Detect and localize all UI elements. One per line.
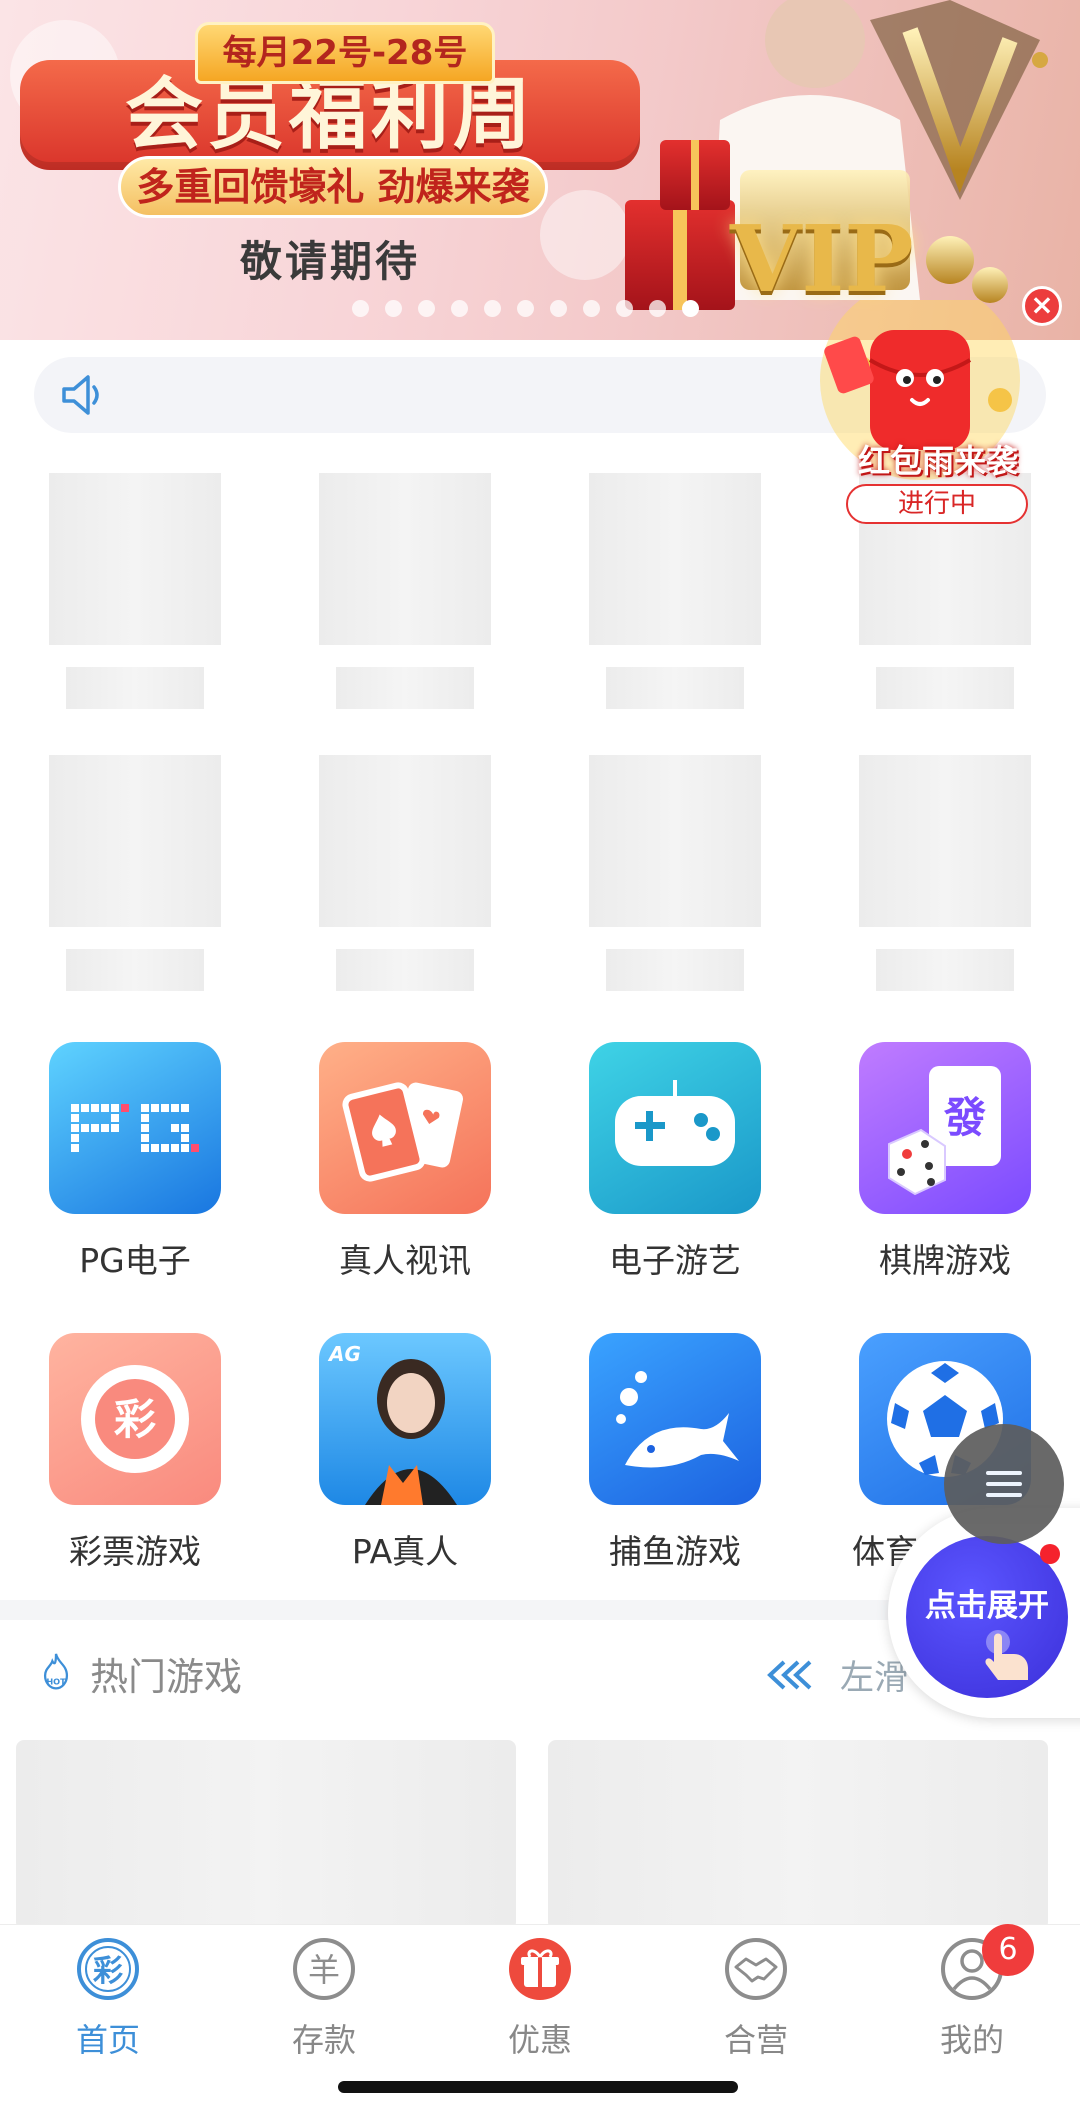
gift-box-decoration — [660, 140, 730, 210]
category-lottery[interactable]: 彩 彩票游戏 — [0, 1333, 270, 1593]
carousel-dot[interactable] — [418, 300, 435, 317]
speaker-icon — [62, 375, 99, 415]
lottery-home-icon: 彩 — [77, 1938, 139, 2000]
playing-cards-icon — [319, 1042, 491, 1214]
tab-label: 存款 — [291, 2021, 356, 2059]
category-label: 电子游艺 — [609, 1241, 741, 1280]
tab-partnership[interactable]: 合营 — [648, 1937, 864, 2059]
carousel-dot[interactable] — [517, 300, 534, 317]
tab-label: 首页 — [75, 2021, 140, 2059]
promo-banner[interactable]: VIP 会员福利周 每月22号-28号 多重回馈壕礼 劲爆来袭 敬请期待 — [0, 0, 1080, 340]
home-indicator[interactable] — [338, 2081, 738, 2093]
lottery-ball-icon: 彩 — [49, 1333, 221, 1505]
hot-game-card[interactable] — [548, 1740, 1048, 1930]
home-icon-character: 彩 — [93, 1954, 123, 1989]
profile-badge: 6 — [982, 1924, 1034, 1976]
tab-deposit[interactable]: 羊 存款 — [216, 1937, 432, 2059]
skeleton-tile — [859, 755, 1031, 927]
carousel-dot[interactable] — [484, 300, 501, 317]
banner-date-ribbon: 每月22号-28号 — [195, 22, 495, 84]
red-packet-status: 进行中 — [846, 484, 1028, 524]
lottery-character: 彩 — [114, 1395, 156, 1444]
home-screen: VIP 会员福利周 每月22号-28号 多重回馈壕礼 劲爆来袭 敬请期待 PG电… — [0, 0, 1080, 2109]
skeleton-tile — [49, 473, 221, 645]
category-live-video[interactable]: 真人视讯 — [270, 1042, 540, 1302]
skeleton-label — [876, 949, 1014, 991]
tab-profile[interactable]: 我的 — [864, 1937, 1080, 2059]
category-pa-live[interactable]: AG PA真人 — [270, 1333, 540, 1593]
yang-coin-icon: 羊 — [293, 1938, 355, 2000]
handshake-icon — [725, 1938, 787, 2000]
category-label: 真人视讯 — [339, 1241, 471, 1280]
category-label: 彩票游戏 — [69, 1532, 201, 1571]
gamepad-icon — [589, 1042, 761, 1214]
svg-text:HOT: HOT — [46, 1677, 66, 1687]
category-pg-electronic[interactable]: PG电子 — [0, 1042, 270, 1302]
double-chevron-left-icon — [767, 1660, 812, 1690]
skeleton-label — [66, 667, 204, 709]
carousel-indicator[interactable] — [352, 300, 699, 317]
tab-home[interactable]: 彩 首页 — [0, 1937, 216, 2059]
close-icon[interactable]: × — [1022, 286, 1062, 326]
banner-tagline: 敬请期待 — [239, 237, 420, 286]
category-label: 棋牌游戏 — [879, 1241, 1011, 1280]
tab-label: 合营 — [723, 2021, 788, 2059]
hot-games-title: 热门游戏 — [90, 1655, 243, 1699]
bokeh-decoration — [540, 190, 630, 280]
carousel-dot[interactable] — [649, 300, 666, 317]
floating-menu-button[interactable] — [944, 1424, 1064, 1544]
carousel-dot[interactable] — [352, 300, 369, 317]
pa-live-dealer-icon: AG — [319, 1333, 491, 1505]
hot-flame-icon: HOT — [43, 1653, 69, 1690]
skeleton-tile — [589, 473, 761, 645]
carousel-dot[interactable] — [583, 300, 600, 317]
expand-button-label: 点击展开 — [925, 1587, 1049, 1624]
notification-dot — [1040, 1544, 1060, 1564]
mahjong-dice-icon: 發 — [859, 1042, 1031, 1214]
tap-hand-icon — [985, 1630, 1028, 1680]
menu-icon — [986, 1471, 1022, 1497]
tab-label: 优惠 — [507, 2021, 572, 2059]
fish-icon — [589, 1333, 761, 1505]
carousel-dot[interactable] — [682, 300, 699, 317]
carousel-dot[interactable] — [616, 300, 633, 317]
ag-badge: AG — [327, 1342, 361, 1366]
skeleton-label — [606, 949, 744, 991]
category-card-games[interactable]: 發 棋牌游戏 — [810, 1042, 1080, 1302]
skeleton-label — [876, 667, 1014, 709]
skeleton-tile — [319, 473, 491, 645]
skeleton-tile — [49, 755, 221, 927]
carousel-dot[interactable] — [451, 300, 468, 317]
category-label: PG电子 — [79, 1241, 191, 1280]
carousel-dot[interactable] — [550, 300, 567, 317]
skeleton-label — [66, 949, 204, 991]
banner-subtitle: 多重回馈壕礼 劲爆来袭 — [118, 156, 548, 218]
gift-box-icon — [509, 1938, 571, 2000]
red-packet-title: 红包雨来袭 — [857, 442, 1018, 480]
skeleton-label — [606, 667, 744, 709]
gift-box-decoration — [625, 200, 735, 310]
tab-label: 我的 — [939, 2021, 1004, 2059]
vip-title: VIP — [730, 205, 914, 313]
carousel-dot[interactable] — [385, 300, 402, 317]
skeleton-label — [336, 949, 474, 991]
category-label: PA真人 — [351, 1532, 459, 1571]
mahjong-character: 發 — [943, 1093, 986, 1142]
skeleton-tile — [589, 755, 761, 927]
category-electronic-games[interactable]: 电子游艺 — [540, 1042, 810, 1302]
tab-promotions[interactable]: 优惠 — [432, 1937, 648, 2059]
skeleton-label — [336, 667, 474, 709]
deposit-icon-character: 羊 — [308, 1951, 340, 1989]
pg-logo-icon — [49, 1042, 221, 1214]
hot-game-card[interactable] — [16, 1740, 516, 1930]
skeleton-tile — [319, 755, 491, 927]
